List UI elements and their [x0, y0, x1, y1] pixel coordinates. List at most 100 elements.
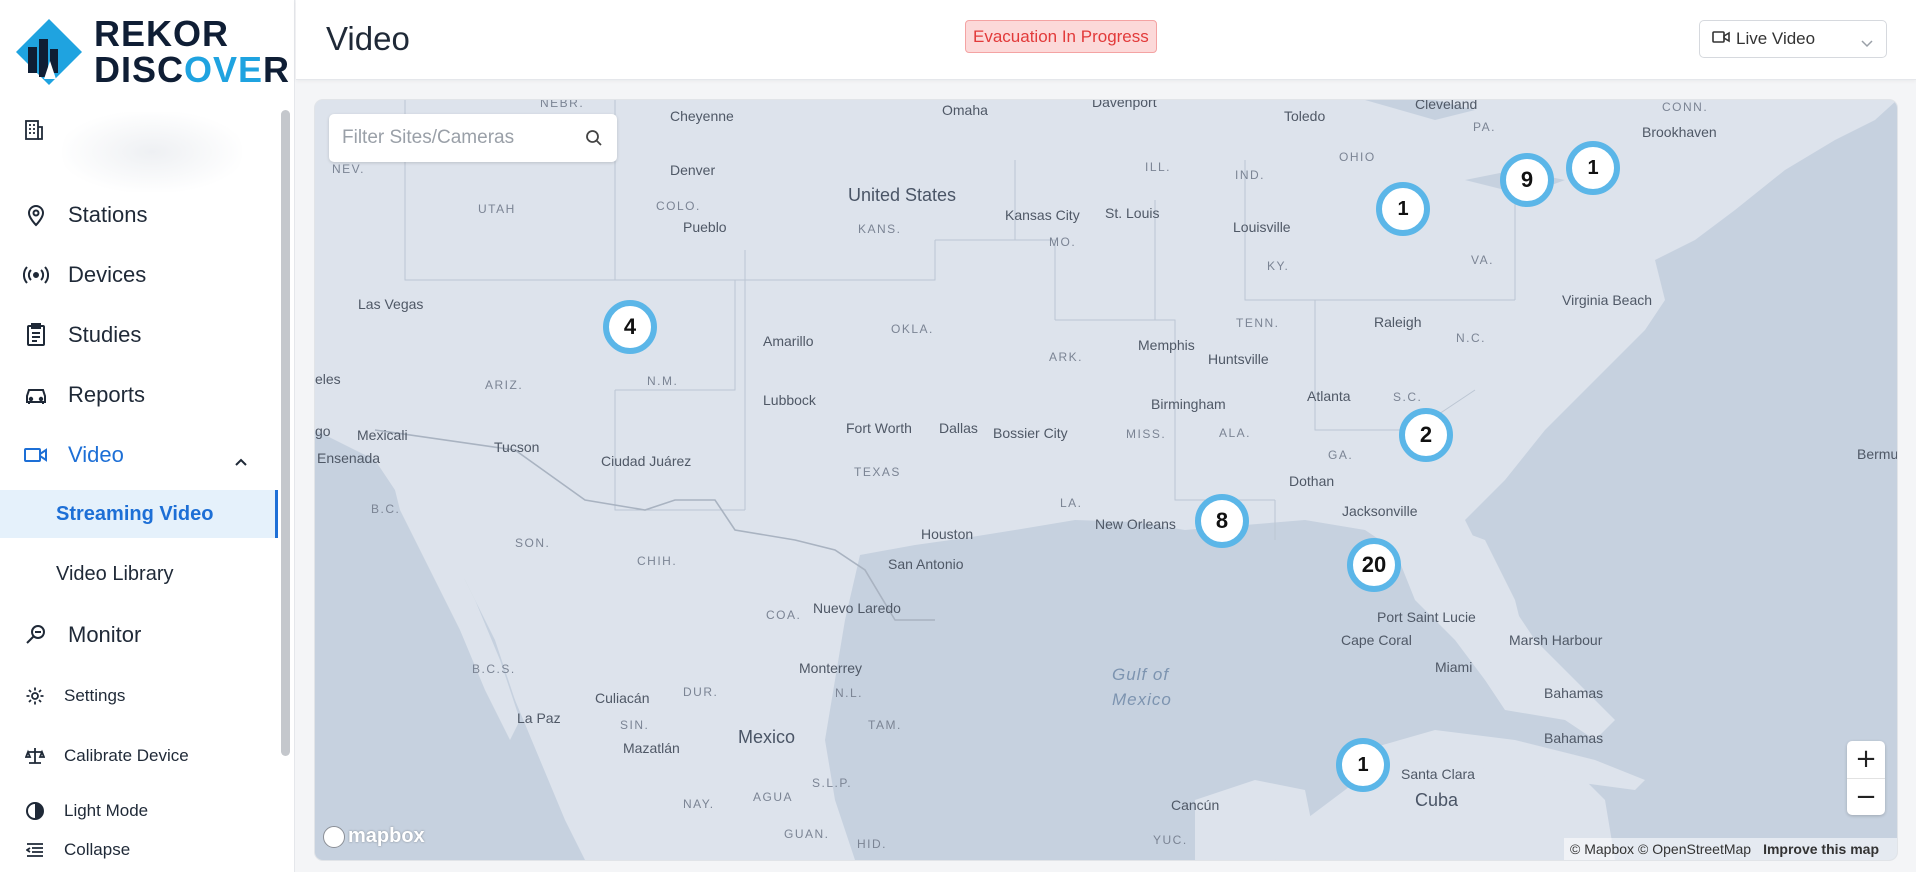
map-label-city: Las Vegas — [358, 296, 424, 312]
map-label: OHIO — [1339, 150, 1376, 164]
half-circle-icon — [24, 800, 46, 822]
camera-cluster[interactable]: 9 — [1500, 153, 1554, 207]
map-label-city: Brookhaven — [1642, 124, 1717, 140]
map-label-city: eles — [315, 371, 341, 387]
map-label: IND. — [1235, 168, 1265, 182]
map-label-city: Jacksonville — [1342, 503, 1418, 519]
map-label-city: Marsh Harbour — [1509, 632, 1603, 648]
map-label: S.L.P. — [812, 776, 853, 790]
map-label-city: Bermu — [1857, 446, 1897, 462]
video-camera-icon — [1712, 29, 1730, 49]
map-label: VA. — [1471, 253, 1494, 267]
page-header: Video Evacuation In Progress Live Video — [296, 0, 1916, 80]
map-attribution: © Mapbox © OpenStreetMap Improve this ma… — [1564, 838, 1897, 860]
map-label-city: Toledo — [1284, 108, 1326, 124]
attribution-mapbox-link[interactable]: © Mapbox — [1570, 841, 1634, 857]
scale-icon — [24, 745, 46, 767]
map-label: ALA. — [1219, 426, 1252, 440]
map-pin-icon — [22, 201, 50, 229]
car-icon — [22, 381, 50, 409]
map-label-city: Omaha — [942, 102, 988, 118]
nav-reports[interactable]: Reports — [22, 373, 272, 417]
camera-cluster[interactable]: 4 — [603, 300, 657, 354]
map-label-city: Bahamas — [1544, 730, 1604, 746]
map-label: N.L. — [835, 686, 864, 700]
nav-streaming-video[interactable]: Streaming Video — [0, 490, 278, 538]
camera-cluster[interactable]: 1 — [1566, 141, 1620, 195]
search-input[interactable] — [329, 115, 559, 161]
map-label-city: Amarillo — [763, 333, 814, 349]
map-label: NEBR. — [540, 100, 585, 110]
nav-video[interactable]: Video — [22, 433, 272, 477]
map-label: NAY. — [683, 797, 715, 811]
camera-cluster[interactable]: 2 — [1399, 408, 1453, 462]
map-label: ILL. — [1145, 160, 1172, 174]
zoom-out-button[interactable]: − — [1847, 779, 1885, 816]
map-label: CONN. — [1662, 100, 1709, 114]
map-label: KY. — [1267, 259, 1290, 273]
attribution-osm-link[interactable]: © OpenStreetMap — [1638, 841, 1751, 857]
search-icon[interactable] — [585, 129, 603, 152]
map-label: NEV. — [332, 162, 365, 176]
rekor-discover-logo[interactable]: REKOR DISCOVER — [14, 16, 289, 88]
broadcast-icon — [22, 261, 50, 289]
map-label: N.M. — [647, 374, 679, 388]
map-label-city: La Paz — [517, 710, 561, 726]
clipboard-icon — [22, 321, 50, 349]
zoom-in-button[interactable]: + — [1847, 741, 1885, 778]
video-mode-value: Live Video — [1736, 29, 1816, 48]
sidebar: REKOR DISCOVER Stations Devices Studies … — [0, 0, 295, 872]
map-label-city: Mexicali — [357, 427, 408, 443]
map-label: LA. — [1060, 496, 1083, 510]
sidebar-scrollbar[interactable] — [281, 110, 290, 756]
map-label-city: Cheyenne — [670, 108, 734, 124]
nav-settings[interactable]: Settings — [24, 679, 274, 713]
map-label-city: Mazatlán — [623, 740, 680, 756]
nav-studies[interactable]: Studies — [22, 313, 272, 357]
map-label-city: Raleigh — [1374, 314, 1422, 330]
map-label: YUC. — [1153, 833, 1188, 847]
map-label-city: Cancún — [1171, 797, 1220, 813]
nav-calibrate-device[interactable]: Calibrate Device — [24, 739, 274, 773]
map-label-city: Lubbock — [763, 392, 816, 408]
map-label-city: Bahamas — [1544, 685, 1604, 701]
map-label: COLO. — [656, 199, 701, 213]
map-label-city: Kansas City — [1005, 207, 1080, 223]
map-label-city: Dallas — [939, 420, 978, 436]
map-label: ARK. — [1049, 350, 1084, 364]
video-mode-select[interactable]: Live Video — [1699, 20, 1887, 58]
page-title: Video — [326, 20, 410, 57]
map-view[interactable]: NEBR. NEV. UTAH COLO. KANS. MO. ILL. IND… — [315, 100, 1897, 860]
map-label: UTAH — [478, 202, 516, 216]
camera-cluster[interactable]: 8 — [1195, 494, 1249, 548]
map-label: B.C.S. — [472, 662, 516, 676]
zoom-controls: + − — [1847, 741, 1885, 815]
nav-light-mode[interactable]: Light Mode — [24, 794, 274, 828]
map-label: GUAN. — [784, 827, 830, 841]
map-label-city: Nuevo Laredo — [813, 600, 901, 616]
camera-cluster[interactable]: 1 — [1376, 182, 1430, 236]
map-label: TAM. — [868, 718, 902, 732]
map-label: ARIZ. — [485, 378, 524, 392]
nav-collapse[interactable]: Collapse — [24, 833, 274, 867]
map-label: KANS. — [858, 222, 902, 236]
camera-cluster[interactable]: 1 — [1336, 738, 1390, 792]
map-label-city: Louisville — [1233, 219, 1291, 235]
mapbox-logo[interactable]: mapbox — [323, 825, 425, 848]
camera-cluster[interactable]: 20 — [1347, 538, 1401, 592]
site-camera-filter[interactable] — [329, 114, 617, 162]
map-label: N.C. — [1456, 331, 1486, 345]
map-label: TENN. — [1236, 316, 1280, 330]
collapse-icon — [24, 839, 46, 861]
nav-monitor[interactable]: Monitor — [22, 613, 272, 657]
chevron-up-icon[interactable] — [234, 447, 248, 473]
map-label-city: Bossier City — [993, 425, 1068, 441]
improve-map-link[interactable]: Improve this map — [1763, 841, 1879, 857]
map-label-water: Gulf of — [1112, 665, 1170, 684]
nav-video-library[interactable]: Video Library — [0, 550, 278, 598]
map-label-city: Birmingham — [1151, 396, 1226, 412]
nav-devices[interactable]: Devices — [22, 253, 272, 297]
magnify-monitor-icon — [22, 621, 50, 649]
nav-stations[interactable]: Stations — [22, 193, 272, 237]
map-label-city: Houston — [921, 526, 974, 542]
